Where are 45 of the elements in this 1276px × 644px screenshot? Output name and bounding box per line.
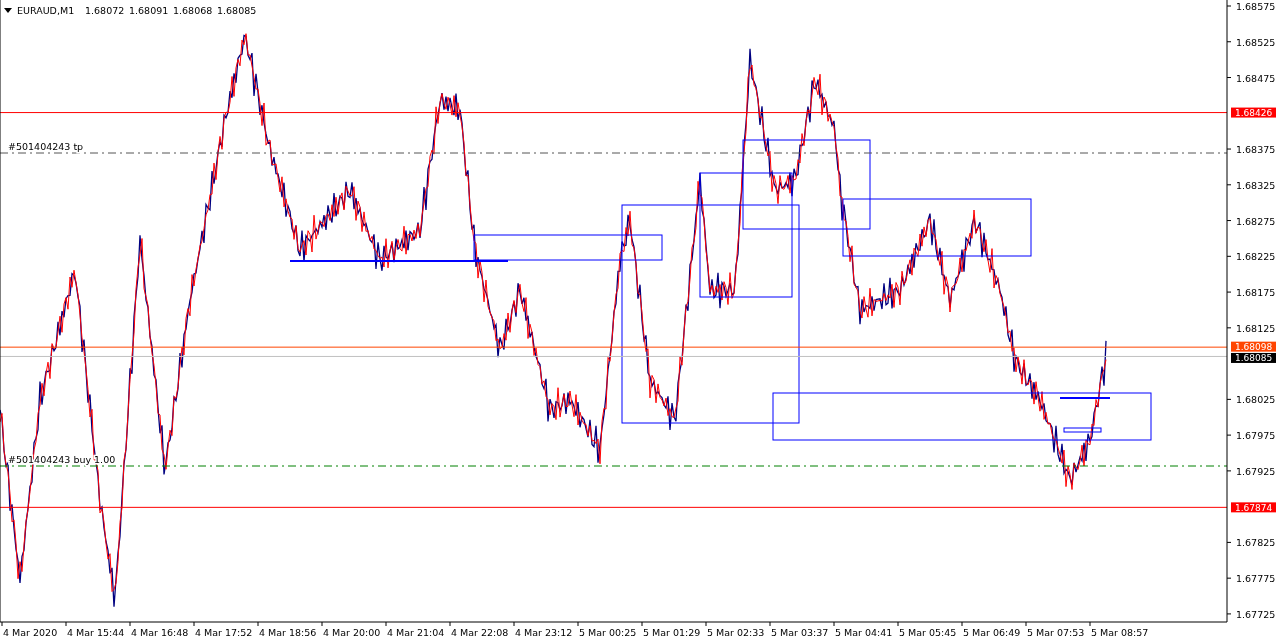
time-axis-label: 5 Mar 06:49 [963, 627, 1021, 638]
price-tick-label: 1.68025 [1236, 394, 1276, 406]
price-tag: 1.67874 [1231, 502, 1276, 513]
time-axis-label: 5 Mar 03:37 [771, 627, 829, 638]
price-tick-label: 1.68275 [1236, 215, 1276, 227]
price-tag: 1.68085 [1231, 352, 1276, 364]
time-axis-label: 4 Mar 20:00 [323, 627, 381, 638]
time-axis-label: 4 Mar 16:48 [131, 627, 189, 638]
time-axis-label: 5 Mar 05:45 [899, 627, 957, 638]
price-tag: 1.68426 [1231, 107, 1276, 119]
time-axis-label: 4 Mar 17:52 [195, 627, 253, 638]
time-axis-label: 5 Mar 07:53 [1027, 627, 1085, 638]
price-tick-label: 1.68575 [1236, 1, 1276, 12]
quote-value: 1.68068 [173, 5, 213, 16]
time-axis-label: 5 Mar 02:33 [707, 627, 765, 638]
quote-value: 1.68091 [129, 5, 169, 16]
time-axis-label: 4 Mar 23:12 [515, 627, 573, 638]
time-axis-label: 5 Mar 01:29 [643, 627, 701, 638]
time-axis-label: 4 Mar 21:04 [387, 627, 445, 638]
time-axis-label: 5 Mar 04:41 [835, 627, 893, 638]
time-axis-label: 4 Mar 22:08 [451, 627, 509, 638]
price-tick-label: 1.68475 [1236, 72, 1276, 84]
price-tick-label: 1.67725 [1236, 608, 1276, 620]
price-tick-label: 1.68325 [1236, 179, 1276, 191]
time-axis-label: 4 Mar 2020 [3, 627, 58, 638]
price-tick-label: 1.68375 [1236, 144, 1276, 156]
price-tag: 1.68098 [1231, 341, 1276, 353]
symbol-label: EURAUD,M1 [17, 5, 75, 16]
quote-value: 1.68085 [217, 5, 257, 16]
time-axis-label: 5 Mar 08:57 [1091, 627, 1149, 638]
trend-line [1059, 397, 1111, 399]
price-tick-label: 1.67975 [1236, 430, 1276, 442]
price-tick-label: 1.67925 [1236, 465, 1276, 477]
price-tick-label: 1.67775 [1236, 573, 1276, 585]
price-tick-label: 1.68175 [1236, 287, 1276, 299]
price-tick-label: 1.68125 [1236, 322, 1276, 334]
dropdown-triangle-icon[interactable] [4, 8, 12, 13]
time-axis-label: 4 Mar 18:56 [259, 627, 317, 638]
price-tick-label: 1.68225 [1236, 251, 1276, 263]
time-axis-label: 4 Mar 15:44 [67, 627, 125, 638]
quote-value: 1.68072 [85, 5, 125, 16]
price-tick-label: 1.67825 [1236, 537, 1276, 549]
price-tick-label: 1.68525 [1236, 36, 1276, 48]
order-label: #501404243 tp [8, 141, 84, 152]
time-axis-label: 5 Mar 00:25 [579, 627, 637, 638]
